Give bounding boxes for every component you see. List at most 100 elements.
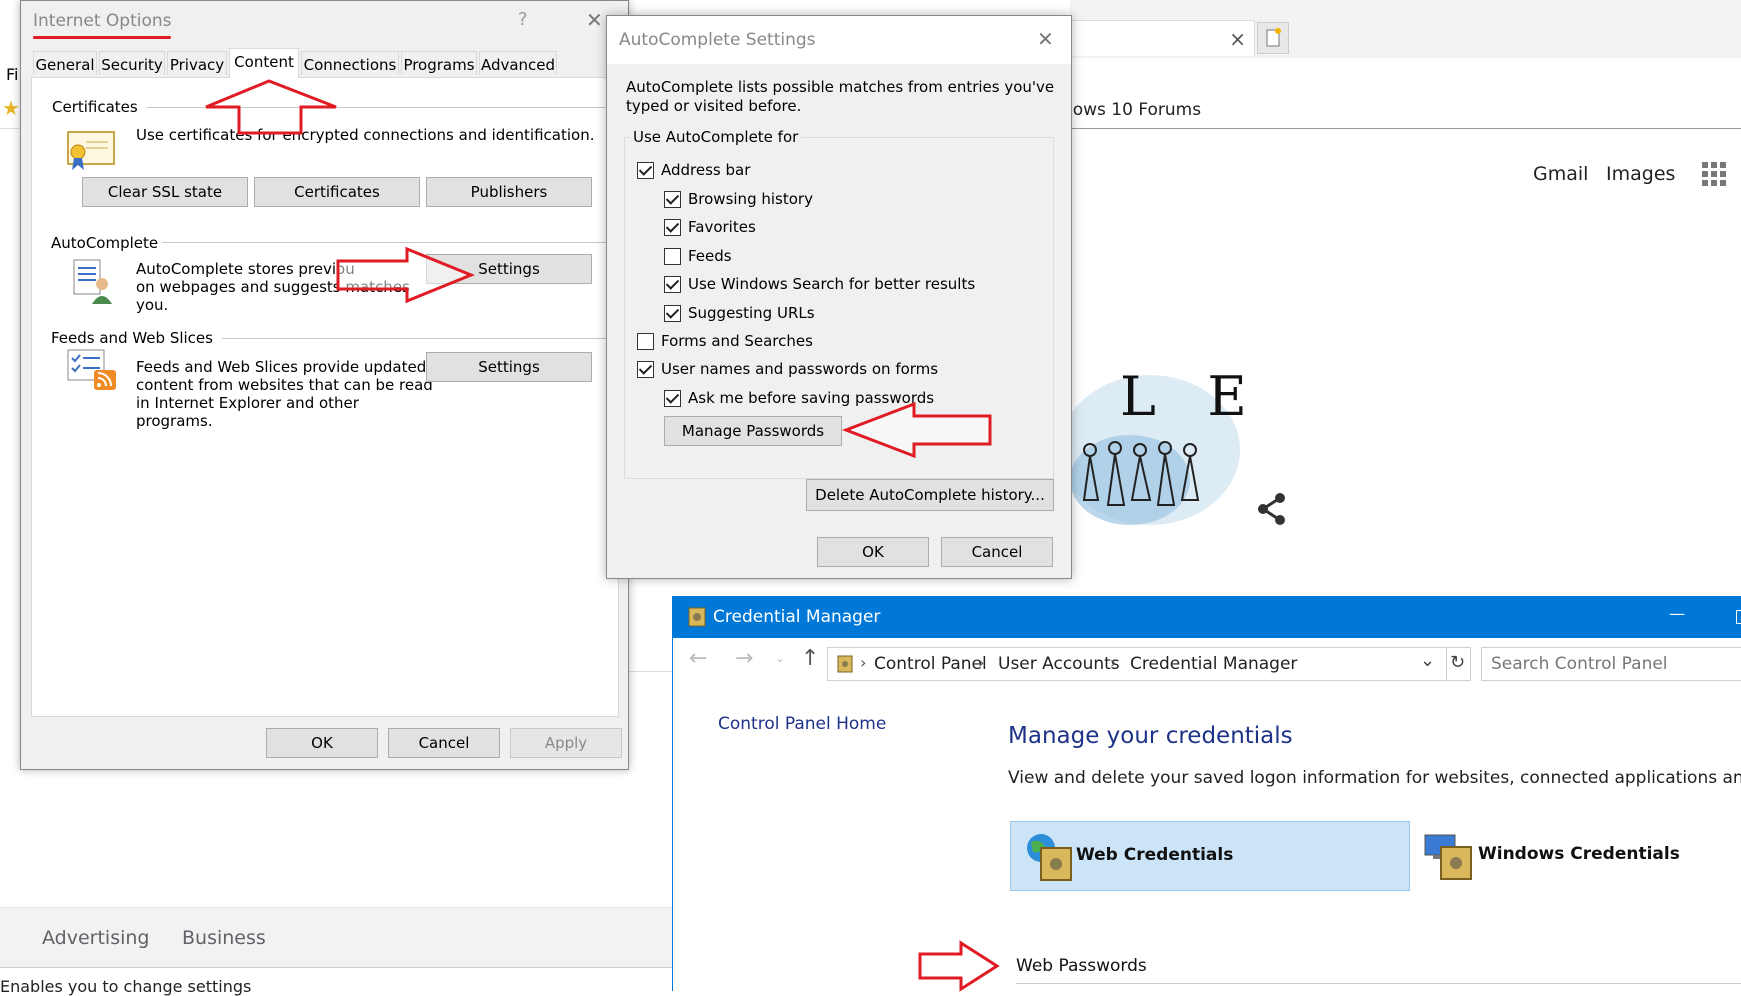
web-passwords-annotation-arrow (918, 940, 1000, 992)
feeds-settings-button[interactable]: Settings (426, 352, 592, 382)
suggesting-urls-label: Suggesting URLs (688, 304, 815, 322)
autocomplete-settings-dialog: AutoComplete Settings ✕ AutoComplete lis… (606, 15, 1072, 579)
refresh-icon: ↻ (1450, 652, 1466, 673)
help-icon[interactable]: ? (518, 9, 528, 30)
search-box[interactable]: Search Control Panel (1481, 647, 1741, 681)
tab-advanced[interactable]: Advanced (479, 51, 557, 75)
web-credentials-tile[interactable]: Web Credentials (1010, 821, 1410, 891)
address-bar[interactable]: › Control Panel › User Accounts › Creden… (827, 647, 1447, 681)
windows-search-label: Use Windows Search for better results (688, 275, 976, 293)
maximize-icon[interactable] (1736, 610, 1741, 624)
breadcrumb-user-accounts[interactable]: User Accounts (998, 654, 1120, 674)
address-bar-checkbox[interactable] (637, 162, 654, 179)
cancel-button[interactable]: Cancel (388, 728, 500, 758)
tab-label: Content (234, 53, 294, 71)
breadcrumb-sep-icon: › (978, 653, 985, 672)
button-label: Cancel (971, 543, 1023, 561)
google-doodle[interactable]: L E (1060, 300, 1270, 540)
share-icon[interactable] (1257, 492, 1287, 526)
footer-advertising-link[interactable]: Advertising (42, 927, 149, 949)
address-dropdown-icon[interactable]: ⌄ (1420, 650, 1435, 671)
delete-history-button[interactable]: Delete AutoComplete history... (806, 479, 1054, 511)
back-arrow-icon[interactable]: ← (689, 646, 707, 671)
group-label: Use AutoComplete for (630, 128, 802, 146)
forms-searches-label: Forms and Searches (661, 332, 813, 350)
button-label: Publishers (470, 183, 548, 201)
browser-tab[interactable]: × (1070, 20, 1255, 56)
feeds-heading: Feeds and Web Slices (51, 329, 213, 347)
favorites-label: Favorites (688, 218, 756, 236)
button-label: Delete AutoComplete history... (815, 486, 1045, 504)
control-panel-icon (837, 655, 853, 673)
browsing-history-checkbox[interactable] (664, 191, 681, 208)
apply-button[interactable]: Apply (510, 728, 622, 758)
new-tab-button[interactable] (1257, 22, 1289, 54)
button-label: Certificates (294, 183, 380, 201)
favorites-bar-item[interactable]: lows 10 Forums (1068, 100, 1201, 120)
usernames-passwords-checkbox[interactable] (637, 361, 654, 378)
forms-searches-checkbox[interactable] (637, 333, 654, 350)
breadcrumb-credential-manager[interactable]: Credential Manager (1130, 654, 1297, 674)
dialog-title: Internet Options (33, 11, 172, 31)
tab-connections[interactable]: Connections (301, 51, 399, 75)
credential-manager-icon (688, 607, 706, 627)
footer-business-link[interactable]: Business (182, 927, 266, 949)
address-bar-label: Address bar (661, 161, 751, 179)
tab-close-icon[interactable]: × (1229, 27, 1246, 51)
tab-label: Security (101, 56, 163, 74)
ask-before-saving-checkbox[interactable] (664, 390, 681, 407)
breadcrumb-sep-icon: › (1110, 653, 1117, 672)
tab-programs[interactable]: Programs (401, 51, 477, 75)
autocomplete-divider (162, 242, 607, 243)
button-label: Clear SSL state (107, 183, 223, 201)
feeds-checkbox[interactable] (664, 248, 681, 265)
button-label: Settings (478, 358, 540, 376)
refresh-button[interactable]: ↻ (1447, 647, 1471, 681)
certificates-button[interactable]: Certificates (254, 177, 420, 207)
manage-passwords-button[interactable]: Manage Passwords (664, 416, 842, 446)
forward-arrow-icon[interactable]: → (735, 646, 753, 671)
favorites-star-icon[interactable]: ★ (2, 96, 20, 120)
suggesting-urls-checkbox[interactable] (664, 305, 681, 322)
feeds-divider (222, 338, 607, 339)
minimize-icon[interactable]: — (1669, 604, 1685, 623)
feeds-description-line2: content from websites that can be read (136, 376, 433, 394)
settings-annotation-arrow (336, 246, 475, 304)
tab-privacy[interactable]: Privacy (167, 51, 227, 75)
button-label: OK (862, 543, 884, 561)
button-label: OK (311, 734, 333, 752)
feeds-description-line3: in Internet Explorer and other (136, 394, 359, 412)
recent-dropdown-icon[interactable]: ⌄ (775, 651, 785, 665)
autocomplete-description-line1: AutoComplete stores previou (136, 260, 355, 278)
usernames-passwords-label: User names and passwords on forms (661, 360, 939, 378)
gmail-link[interactable]: Gmail (1533, 163, 1588, 185)
button-label: Manage Passwords (681, 422, 825, 440)
windows-credentials-tile[interactable]: Windows Credentials (1413, 821, 1741, 891)
publishers-button[interactable]: Publishers (426, 177, 592, 207)
tab-general[interactable]: General (33, 51, 97, 75)
doodle-letters: L E (1120, 365, 1247, 428)
ok-button[interactable]: OK (266, 728, 378, 758)
close-icon[interactable]: ✕ (586, 8, 603, 32)
certificates-heading: Certificates (52, 98, 138, 116)
tab-content[interactable]: Content (229, 48, 299, 78)
dialog-title: AutoComplete Settings (619, 30, 816, 50)
images-link[interactable]: Images (1606, 163, 1675, 185)
control-panel-home-link[interactable]: Control Panel Home (718, 714, 886, 734)
new-tab-icon (1266, 28, 1281, 47)
tab-label: Privacy (169, 56, 225, 74)
menu-file-label[interactable]: Fi (6, 65, 18, 84)
breadcrumb-sep-icon: › (860, 653, 867, 672)
apps-grid-icon[interactable] (1701, 161, 1727, 187)
breadcrumb-control-panel[interactable]: Control Panel (874, 654, 987, 674)
content-tab-panel: Certificates Use certificates for encryp… (31, 77, 619, 717)
favorites-checkbox[interactable] (664, 219, 681, 236)
clear-ssl-state-button[interactable]: Clear SSL state (82, 177, 248, 207)
cancel-button[interactable]: Cancel (941, 537, 1053, 567)
windows-search-checkbox[interactable] (664, 276, 681, 293)
page-description: View and delete your saved logon informa… (1008, 768, 1741, 788)
close-icon[interactable]: ✕ (1037, 27, 1054, 51)
up-arrow-icon[interactable]: ↑ (801, 646, 819, 671)
ok-button[interactable]: OK (817, 537, 929, 567)
tab-security[interactable]: Security (99, 51, 165, 75)
